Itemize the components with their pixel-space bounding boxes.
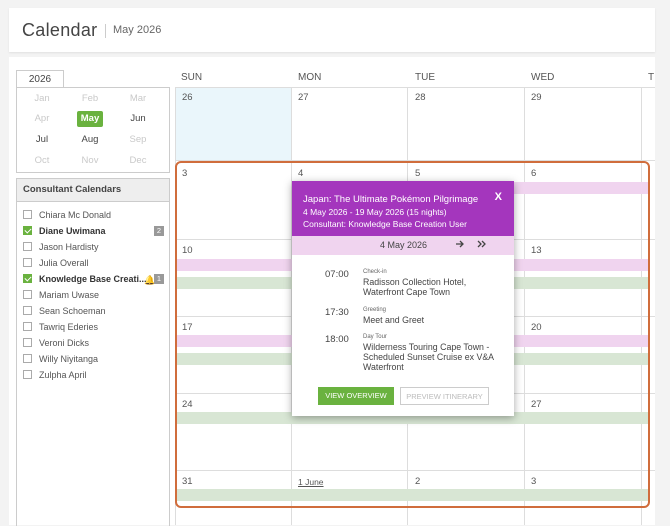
consultant-checkbox[interactable] [23, 290, 32, 299]
month-feb[interactable]: Feb [77, 91, 103, 107]
consultant-item[interactable]: Zulpha April [23, 368, 167, 382]
consultant-item[interactable]: Tawriq Ederies [23, 320, 167, 334]
itinerary-description: Wilderness Touring Cape Town - Scheduled… [363, 342, 494, 372]
consultant-calendars-panel: Consultant Calendars Chiara Mc Donald Dia… [16, 178, 170, 526]
consultant-calendars-heading: Consultant Calendars [17, 179, 169, 202]
consultant-label: Mariam Uwase [39, 290, 100, 300]
day-cell-label[interactable]: 29 [531, 92, 542, 103]
consultant-label: Willy Niyitanga [39, 354, 99, 364]
month-oct[interactable]: Oct [29, 153, 55, 169]
consultant-label: Tawriq Ederies [39, 322, 99, 332]
popup-trip-title: Japan: The Ultimate Pokémon Pilgrimage [303, 194, 479, 205]
month-jul[interactable]: Jul [29, 132, 55, 148]
consultant-item[interactable]: Mariam Uwase [23, 288, 167, 302]
consultant-item[interactable]: Knowledge Base Creati... 🔔 1 [23, 272, 167, 286]
consultant-label: Chiara Mc Donald [39, 210, 112, 220]
consultant-checkbox[interactable] [23, 306, 32, 315]
popup-consultant: Consultant: Knowledge Base Creation User [303, 219, 467, 229]
consultant-label: Diane Uwimana [39, 226, 106, 236]
consultant-item[interactable]: Julia Overall [23, 256, 167, 270]
popup-trip-dates: 4 May 2026 - 19 May 2026 (15 nights) [303, 207, 447, 217]
itinerary-type: Check-in [363, 269, 387, 275]
consultant-label: Jason Hardisty [39, 242, 99, 252]
itinerary-time: 18:00 [325, 334, 349, 345]
consultant-label: Knowledge Base Creati... [39, 274, 147, 284]
month-aug[interactable]: Aug [77, 132, 103, 148]
weekday-wed: WED [531, 72, 555, 83]
day-cell-label[interactable]: 26 [182, 92, 193, 103]
month-may[interactable]: May [77, 111, 103, 127]
month-jan[interactable]: Jan [29, 91, 55, 107]
consultant-checkbox[interactable] [23, 370, 32, 379]
consultant-checkbox[interactable] [23, 242, 32, 251]
weekday-tue: TUE [415, 72, 435, 83]
month-picker: Jan Feb Mar Apr May Jun Jul Aug Sep Oct … [16, 87, 170, 173]
preview-itinerary-button[interactable]: PREVIEW ITINERARY [400, 387, 489, 405]
itinerary-description: Radisson Collection Hotel, Waterfront Ca… [363, 277, 467, 297]
consultant-checkbox[interactable] [23, 322, 32, 331]
close-button[interactable]: X [495, 191, 502, 203]
view-overview-button[interactable]: VIEW OVERVIEW [318, 387, 394, 405]
consultant-label: Zulpha April [39, 370, 87, 380]
consultant-item[interactable]: Jason Hardisty [23, 240, 167, 254]
day-cell-label[interactable]: 28 [415, 92, 426, 103]
consultant-checkbox[interactable] [23, 226, 32, 235]
consultant-label: Veroni Dicks [39, 338, 90, 348]
double-chevron-right-icon[interactable] [477, 238, 487, 253]
consultant-item[interactable]: Veroni Dicks [23, 336, 167, 350]
consultant-item[interactable]: Willy Niyitanga [23, 352, 167, 366]
page-title: Calendar [22, 20, 98, 40]
popup-header: Japan: The Ultimate Pokémon Pilgrimage 4… [292, 181, 514, 236]
trip-popup: Japan: The Ultimate Pokémon Pilgrimage 4… [292, 181, 514, 416]
month-apr[interactable]: Apr [29, 111, 55, 127]
month-nov[interactable]: Nov [77, 153, 103, 169]
weekday-thu: T [648, 72, 655, 83]
weekday-mon: MON [298, 72, 322, 83]
today-highlight [176, 88, 291, 160]
header-divider [105, 24, 106, 38]
consultant-checkbox[interactable] [23, 210, 32, 219]
page-header: Calendar May 2026 [9, 8, 655, 52]
day-cell-label[interactable]: 27 [298, 92, 309, 103]
month-dec[interactable]: Dec [125, 153, 151, 169]
arrow-right-icon[interactable] [455, 238, 465, 253]
current-month-label: May 2026 [113, 24, 162, 36]
count-badge: 2 [154, 226, 164, 236]
consultant-checkbox[interactable] [23, 274, 32, 283]
consultant-item[interactable]: Diane Uwimana 2 [23, 224, 167, 238]
consultant-label: Sean Schoeman [39, 306, 106, 316]
month-mar[interactable]: Mar [125, 91, 151, 107]
itinerary-description: Meet and Greet [363, 315, 425, 325]
popup-day-navigation: 4 May 2026 [292, 236, 514, 255]
consultant-checkbox[interactable] [23, 338, 32, 347]
grid-line [175, 87, 655, 88]
popup-nav-date: 4 May 2026 [380, 240, 428, 250]
consultant-item[interactable]: Chiara Mc Donald [23, 208, 167, 222]
itinerary-type: Day Tour [363, 334, 387, 340]
consultant-item[interactable]: Sean Schoeman [23, 304, 167, 318]
consultant-checkbox[interactable] [23, 354, 32, 363]
weekday-sun: SUN [181, 72, 203, 83]
consultant-checkbox[interactable] [23, 258, 32, 267]
consultant-label: Julia Overall [39, 258, 89, 268]
itinerary-time: 17:30 [325, 307, 349, 318]
month-sep[interactable]: Sep [125, 132, 151, 148]
month-jun[interactable]: Jun [125, 111, 151, 127]
count-badge: 1 [154, 274, 164, 284]
itinerary-time: 07:00 [325, 269, 349, 280]
itinerary-type: Greeting [363, 307, 387, 313]
year-tab[interactable]: 2026 [16, 70, 64, 88]
